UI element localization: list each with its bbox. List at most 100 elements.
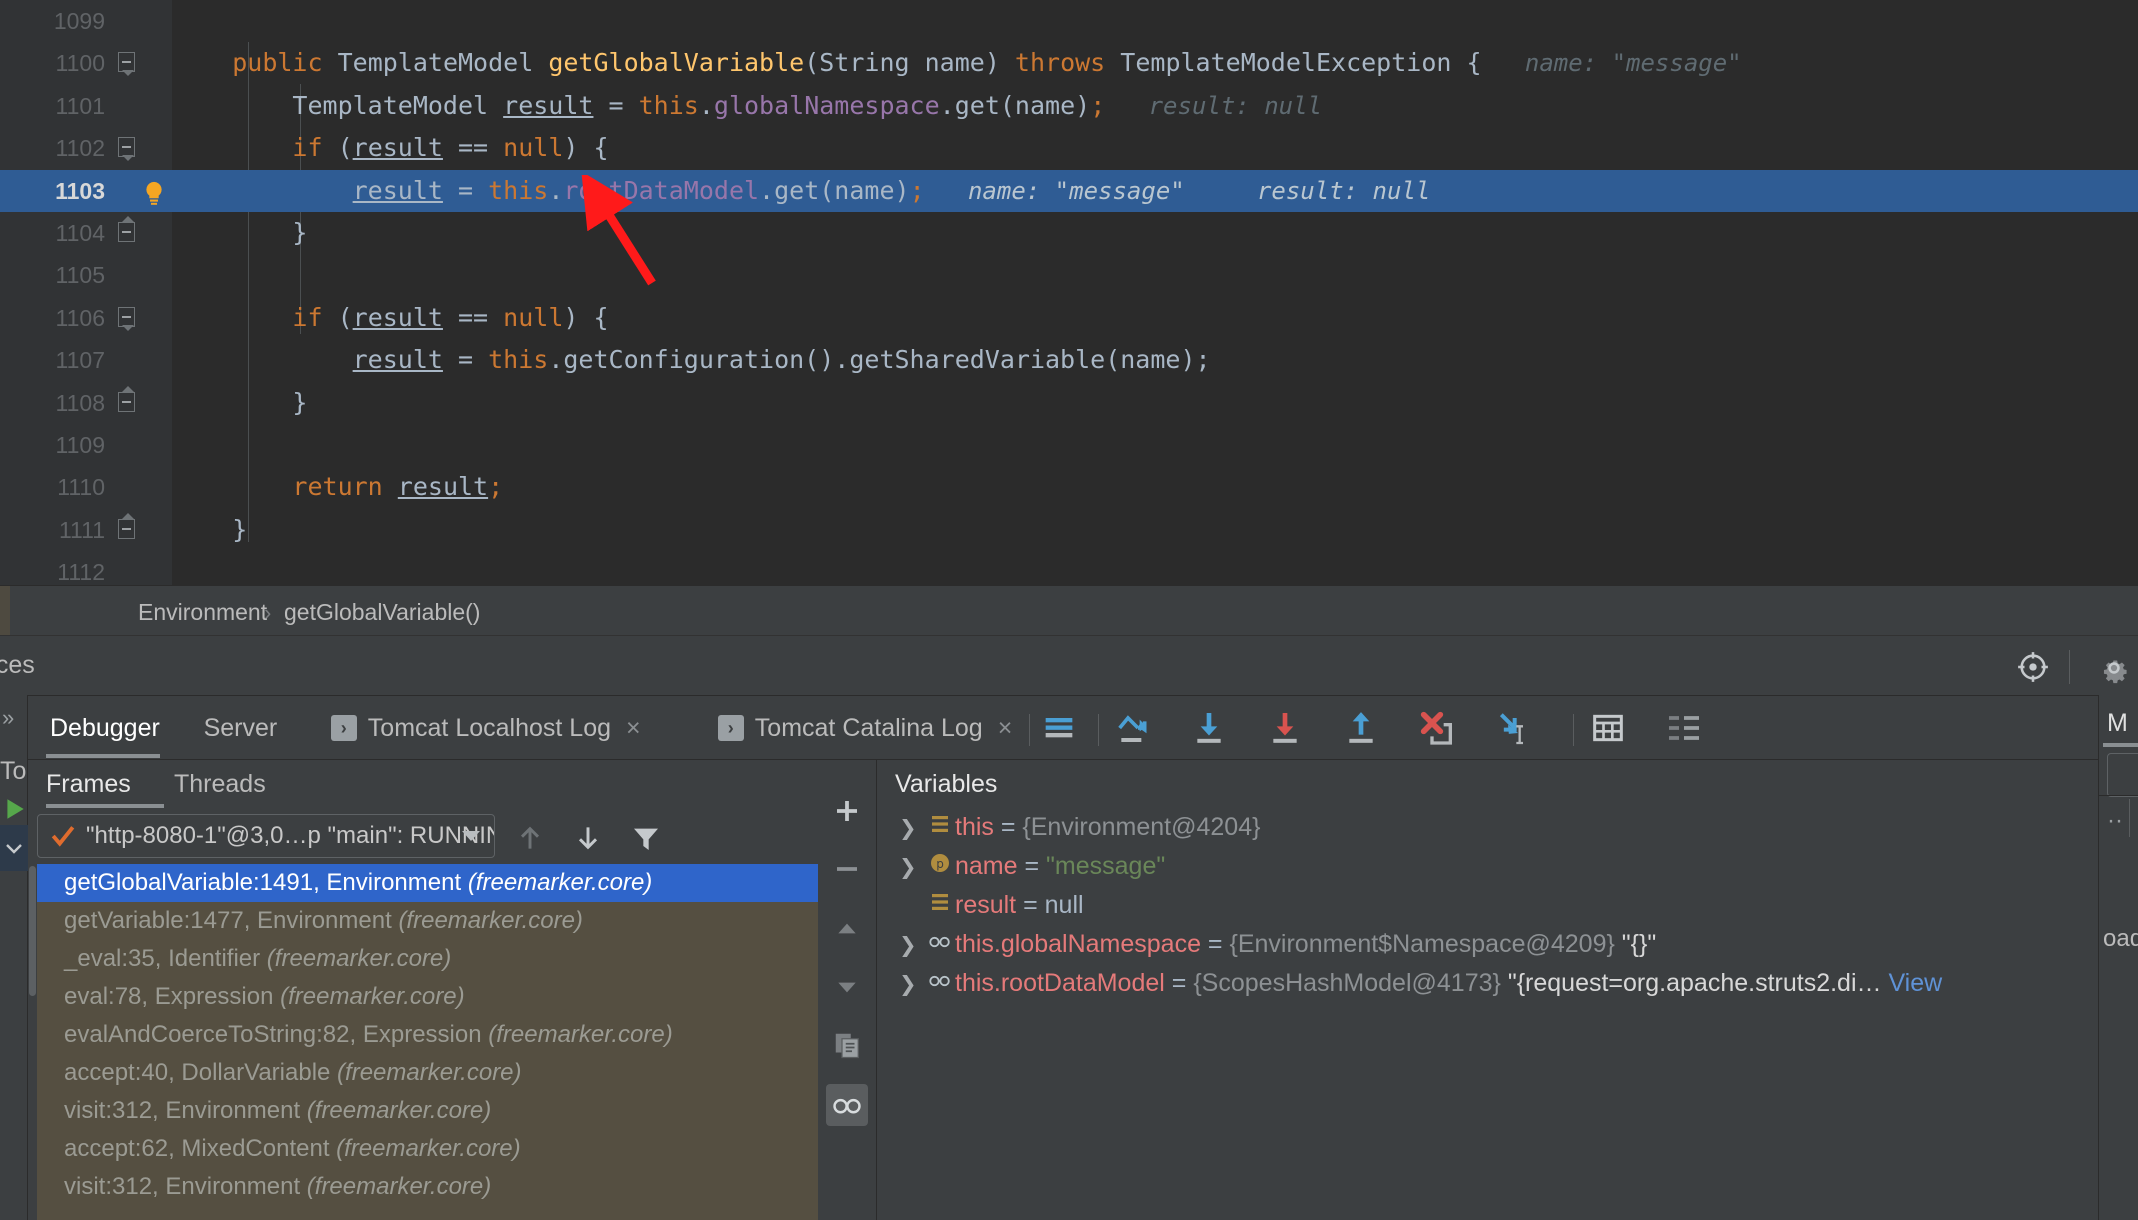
code-line[interactable]: 1101 TemplateModel result = this.globalN… xyxy=(0,85,2138,127)
breadcrumb-method[interactable]: getGlobalVariable() xyxy=(284,599,480,626)
prev-frame-button[interactable] xyxy=(514,822,546,854)
tab-tomcat-catalina-log[interactable]: › Tomcat Catalina Log × xyxy=(717,710,1013,746)
chevron-down-icon[interactable] xyxy=(462,831,480,841)
view-value-link[interactable]: View xyxy=(1882,969,1942,997)
gear-icon[interactable] xyxy=(2096,650,2132,686)
chevron-right-icon[interactable]: ❯ xyxy=(899,809,925,848)
close-icon[interactable]: × xyxy=(998,714,1013,743)
tab-tomcat-localhost-log[interactable]: › Tomcat Localhost Log × xyxy=(330,710,641,746)
frame-row[interactable]: visit:312, Environment (freemarker.core) xyxy=(37,1168,818,1206)
tab-server[interactable]: Server xyxy=(204,710,278,746)
chevron-right-icon[interactable]: ❯ xyxy=(899,965,925,1004)
add-watch-button[interactable] xyxy=(826,790,868,832)
fold-marker-icon[interactable] xyxy=(118,52,140,77)
breadcrumb-class[interactable]: Environment xyxy=(138,599,267,626)
breadcrumb-separator: › xyxy=(264,600,272,625)
frame-row[interactable]: visit:312, Environment (freemarker.core) xyxy=(37,1092,818,1130)
frame-row-selected[interactable]: getGlobalVariable:1491, Environment (fre… xyxy=(37,864,818,902)
lightbulb-intention-icon[interactable] xyxy=(140,178,168,206)
move-watch-down-button[interactable] xyxy=(826,966,868,1008)
tab-threads[interactable]: Threads xyxy=(174,770,266,799)
target-icon[interactable] xyxy=(2016,650,2050,684)
tab-indicator xyxy=(46,754,160,758)
remove-watch-button[interactable] xyxy=(826,848,868,890)
run-to-cursor-button[interactable] xyxy=(1493,708,1533,748)
left-tool-rail[interactable]: » To xyxy=(0,695,28,1220)
code-line[interactable]: 1106 if (result == null) { xyxy=(0,297,2138,339)
frame-row[interactable]: eval:78, Expression (freemarker.core) xyxy=(37,978,818,1016)
frame-package: (freemarker.core) xyxy=(280,983,465,1010)
code-line-current[interactable]: 1103 result = this.rootDataModel.get(nam… xyxy=(0,169,2138,212)
variable-row[interactable]: ❯ this = {Environment@4204} xyxy=(877,808,2138,847)
line-number: 1108 xyxy=(55,389,105,416)
fold-marker-icon[interactable] xyxy=(118,385,140,414)
thread-select[interactable]: "http-8080-1"@3,0…p "main": RUNNING xyxy=(37,814,495,858)
variables-pane: Variables ❯ this = {Environment@4204} ❯ p na… xyxy=(876,760,2138,1220)
next-frame-button[interactable] xyxy=(572,822,604,854)
code-line[interactable]: 1108 } xyxy=(0,382,2138,424)
expand-toolbar-icon[interactable]: » xyxy=(2,705,14,731)
code-line[interactable]: 1100 public TemplateModel getGlobalVaria… xyxy=(0,42,2138,84)
frame-row[interactable]: _eval:35, Identifier (freemarker.core) xyxy=(37,940,818,978)
code-line[interactable]: 1104 } xyxy=(0,212,2138,254)
variable-name: result xyxy=(955,891,1017,919)
watches-toggle-button[interactable] xyxy=(826,1084,868,1126)
code-editor[interactable]: 1099 1100 public TemplateModel getGlobalV… xyxy=(0,0,2138,585)
variable-row[interactable]: ❯ this.rootDataModel = {ScopesHashModel@4… xyxy=(877,964,2138,1003)
frame-row[interactable]: accept:62, MixedContent (freemarker.core… xyxy=(37,1130,818,1168)
fold-marker-icon[interactable] xyxy=(118,512,140,541)
variable-row[interactable]: result = null xyxy=(877,886,2138,925)
step-out-button[interactable] xyxy=(1341,708,1381,748)
settings-list-button[interactable] xyxy=(1664,708,1704,748)
chevron-down-icon[interactable] xyxy=(0,825,28,871)
code-line[interactable]: 1099 xyxy=(0,0,2138,42)
variable-value: "{}" xyxy=(1614,930,1657,958)
line-number: 1105 xyxy=(55,262,105,289)
variable-row[interactable]: ❯ p name = "message" xyxy=(877,847,2138,886)
variables-tree[interactable]: ❯ this = {Environment@4204} ❯ p name = "mess… xyxy=(877,808,2138,1220)
fold-marker-icon[interactable] xyxy=(118,137,140,162)
frame-row[interactable]: getVariable:1477, Environment (freemarke… xyxy=(37,902,818,940)
variable-row[interactable]: ❯ this.globalNamespace = {Environment$Nam… xyxy=(877,925,2138,964)
copy-value-button[interactable] xyxy=(826,1024,868,1066)
code-line-container[interactable]: 1099 1100 public TemplateModel getGlobalV… xyxy=(0,0,2138,585)
variables-mini-toolbar[interactable] xyxy=(818,790,876,1220)
fold-marker-icon[interactable] xyxy=(118,306,140,331)
move-watch-up-button[interactable] xyxy=(826,908,868,950)
drop-frame-button[interactable] xyxy=(1417,708,1457,748)
scrollbar-thumb[interactable] xyxy=(29,866,36,996)
frames-scrollbar[interactable] xyxy=(28,864,37,1220)
filter-frames-button[interactable] xyxy=(630,822,662,854)
breadcrumb[interactable]: Environment › getGlobalVariable() xyxy=(0,585,2138,636)
chevron-right-icon[interactable]: ❯ xyxy=(899,926,925,965)
run-icon[interactable] xyxy=(2,795,28,823)
code-line[interactable]: 1102 if (result == null) { xyxy=(0,127,2138,169)
code-line[interactable]: 1109 xyxy=(0,424,2138,466)
tab-debugger[interactable]: Debugger xyxy=(50,710,160,746)
code-line[interactable]: 1111 } xyxy=(0,509,2138,551)
variable-ref: {Environment@4204} xyxy=(1022,813,1261,841)
close-icon[interactable]: × xyxy=(626,714,641,743)
fold-marker-icon[interactable] xyxy=(118,215,140,244)
frame-row[interactable]: accept:40, DollarVariable (freemarker.co… xyxy=(37,1054,818,1092)
frame-row[interactable]: evalAndCoerceToString:82, Expression (fr… xyxy=(37,1016,818,1054)
right-panel-combo[interactable] xyxy=(2107,753,2138,797)
tab-frames[interactable]: Frames xyxy=(46,770,131,799)
evaluate-expression-button[interactable] xyxy=(1588,708,1628,748)
code-line[interactable]: 1107 result = this.getConfiguration().ge… xyxy=(0,339,2138,381)
chevron-right-icon[interactable]: ❯ xyxy=(899,848,925,887)
code-line[interactable]: 1110 return result; xyxy=(0,466,2138,508)
show-execution-point-button[interactable] xyxy=(1039,708,1079,748)
frames-stack-list[interactable]: getGlobalVariable:1491, Environment (fre… xyxy=(37,864,818,1220)
step-over-button[interactable] xyxy=(1113,708,1153,748)
thread-selector-row[interactable]: "http-8080-1"@3,0…p "main": RUNNING xyxy=(28,808,818,864)
code-line[interactable]: 1105 xyxy=(0,254,2138,296)
frames-pane-header[interactable]: Frames Threads xyxy=(28,760,818,808)
idea-debugger-window: 1099 1100 public TemplateModel getGlobalV… xyxy=(0,0,2138,1220)
frame-package: (freemarker.core) xyxy=(306,1173,492,1200)
debug-tabbar[interactable]: Debugger Server › Tomcat Localhost Log × › Tom… xyxy=(28,695,2138,759)
frame-method: accept:40, DollarVariable xyxy=(64,1059,338,1086)
step-into-button[interactable] xyxy=(1189,708,1229,748)
force-step-into-button[interactable] xyxy=(1265,708,1305,748)
